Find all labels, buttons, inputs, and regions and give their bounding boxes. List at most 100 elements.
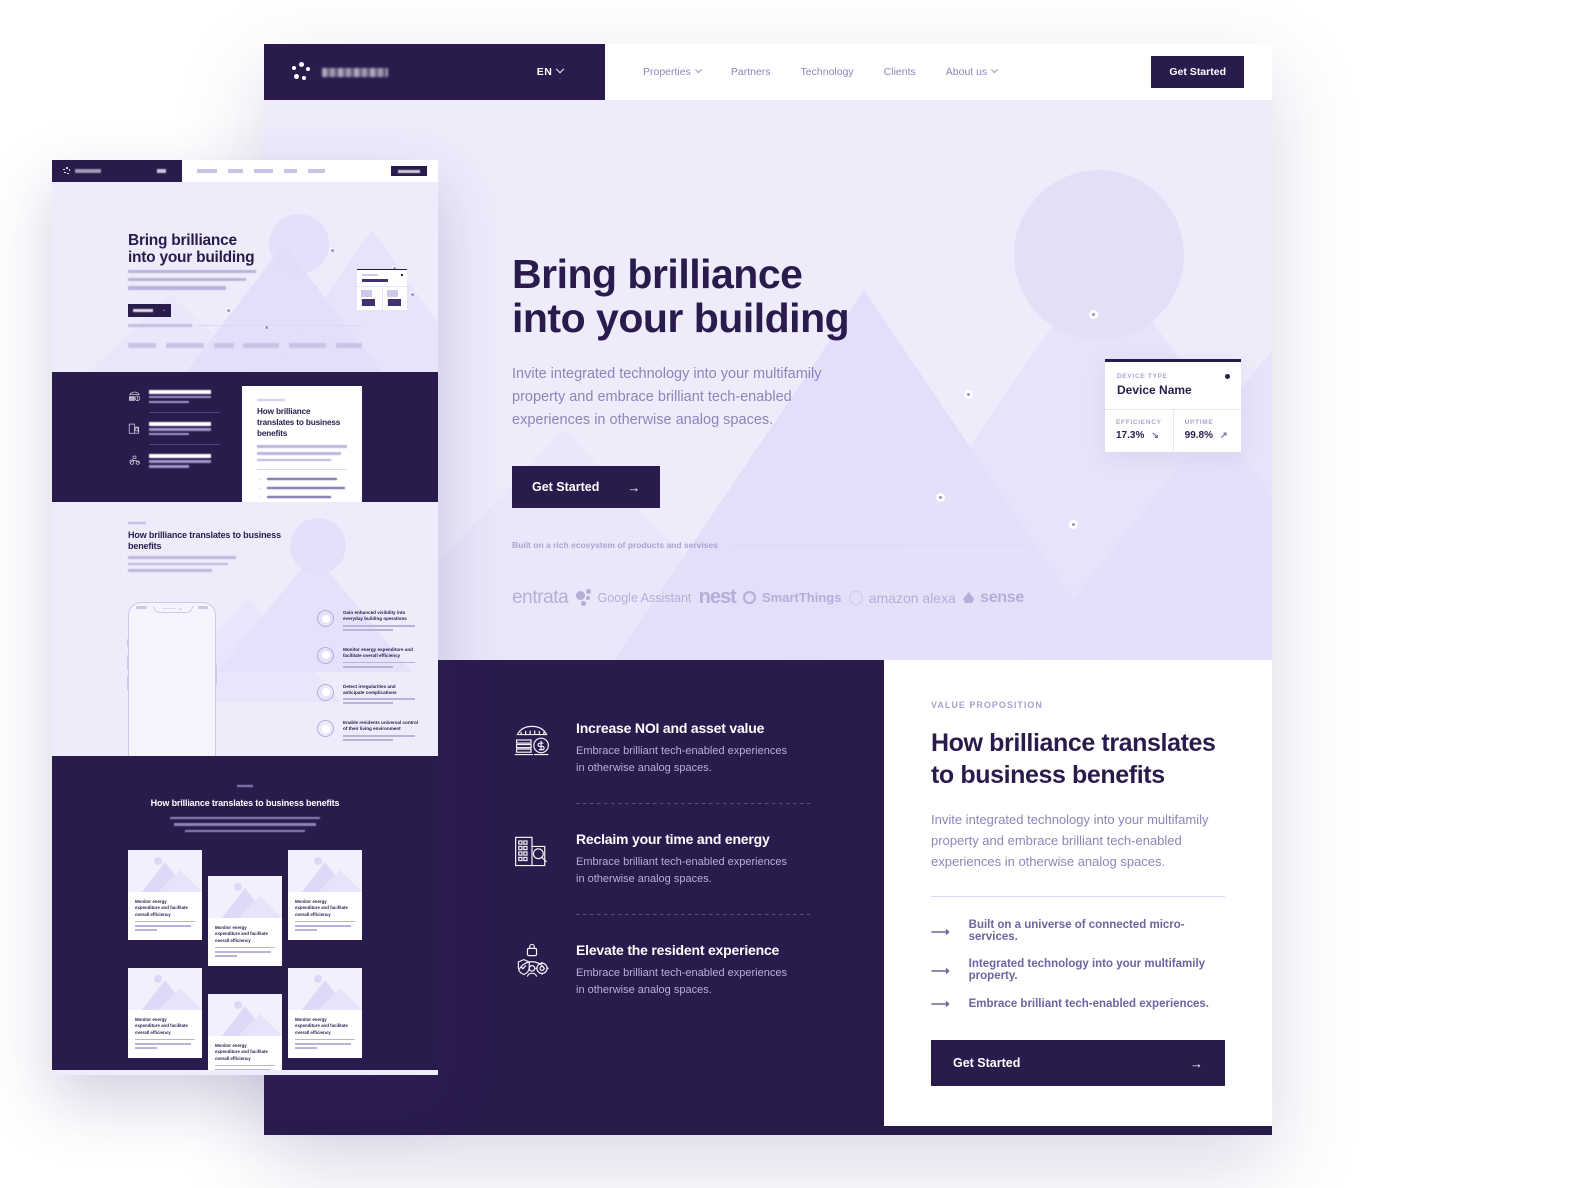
thumb-features-title: How brilliance translates to business be…	[128, 530, 281, 552]
sense-logo-icon[interactable]	[335, 342, 362, 348]
phone-volume-down-button[interactable]	[127, 675, 130, 690]
arrow-right-icon: →	[161, 307, 166, 313]
phone-notch	[153, 605, 193, 613]
device-card-stats: EFFICIENCY 17.3% ↘ UPTIME 99.8% ↗	[1105, 409, 1241, 452]
thumb-card[interactable]: Monitor energy expenditure and facilitat…	[208, 876, 282, 967]
value-proposition-bullets: ⟶ Built on a universe of connected micro…	[931, 919, 1225, 1010]
language-label: EN	[536, 66, 553, 78]
thumb-ecosystem-strip	[52, 324, 438, 372]
thumb-get-started-button[interactable]	[391, 166, 427, 176]
chevron-down-icon	[694, 65, 702, 73]
thumb-card-grid: Monitor energy expenditure and facilitat…	[52, 850, 438, 1071]
thumb-language-selector[interactable]	[140, 160, 182, 182]
ecosystem-heading: Built on a rich ecosystem of products an…	[512, 540, 718, 550]
phone-power-button[interactable]	[214, 663, 217, 685]
benefit-title: Elevate the resident experience	[576, 942, 780, 958]
trend-up-icon: ↗	[1220, 430, 1228, 440]
smartthings-mark	[743, 591, 756, 604]
thumb-hero-title-line-2: into your building	[128, 249, 255, 267]
thumb-feature-title-line-2: everyday building operations	[343, 616, 407, 622]
thumb-features-section: How brilliance translates to business be…	[52, 502, 438, 756]
efficiency-value: 17.3%	[1116, 430, 1145, 441]
thumb-feature-title: Enable residents universal control of th…	[343, 720, 419, 732]
thumb-card[interactable]: Monitor energy expenditure and facilitat…	[128, 968, 202, 1059]
thumb-vp-title: How brilliance translates to business be…	[257, 407, 341, 438]
primary-nav: Properties Partners Technology Clients A…	[605, 44, 1151, 100]
thumb-nav-item[interactable]	[284, 169, 297, 173]
nav-label: Clients	[883, 66, 916, 78]
sense-logo-icon[interactable]: sense	[963, 589, 1024, 607]
entrata-logo-text: entrata	[512, 586, 569, 608]
phone-mute-button[interactable]	[127, 639, 130, 647]
nav-item-properties[interactable]: Properties	[643, 65, 702, 78]
smartthings-logo-icon[interactable]: SmartThings	[743, 590, 841, 605]
benefit-divider	[576, 803, 812, 804]
hero-get-started-button[interactable]: Get Started →	[512, 466, 661, 509]
nav-item-technology[interactable]: Technology	[801, 66, 854, 78]
card-title: Monitor energy expenditure and facilitat…	[135, 899, 195, 917]
value-proposition-get-started-button[interactable]: Get Started →	[931, 1040, 1225, 1087]
card-image	[208, 994, 282, 1037]
thumb-ecosystem-logos	[52, 327, 438, 348]
thumb-hero-subtitle	[128, 270, 258, 295]
thumb-benefit-description	[149, 396, 211, 404]
brand-wordmark-redacted	[322, 67, 388, 77]
google-assistant-logo-icon[interactable]: Google Assistant	[575, 589, 691, 606]
card-description	[135, 920, 195, 932]
hero-node-dot	[1069, 520, 1078, 529]
card-body: Monitor energy expenditure and facilitat…	[128, 892, 202, 940]
phone-volume-up-button[interactable]	[127, 655, 130, 670]
thumb-nav-item[interactable]	[228, 169, 243, 173]
benefit-title: Reclaim your time and energy	[576, 831, 770, 847]
nav-label: Properties	[643, 66, 691, 78]
nav-label: Technology	[800, 66, 854, 78]
thumb-feature-description	[343, 735, 419, 741]
smartthings-logo-text: SmartThings	[762, 590, 842, 605]
card-description	[215, 946, 275, 958]
phone-statusbar-left	[136, 606, 147, 609]
entrata-logo-icon[interactable]	[128, 342, 156, 348]
nav-item-about-us[interactable]: About us	[946, 65, 999, 78]
phone-statusbar-clock	[198, 606, 208, 609]
benefit-item-time: Reclaim your time and energy Embrace bri…	[512, 831, 812, 887]
nav-item-clients[interactable]: Clients	[884, 66, 916, 78]
site-header: EN Properties Partners Technology Client…	[264, 44, 1272, 100]
sense-logo-text: sense	[980, 588, 1024, 606]
entrata-logo-icon[interactable]: entrata	[512, 586, 569, 609]
nest-logo-icon[interactable]	[213, 342, 234, 348]
thumb-nav-item[interactable]	[308, 169, 325, 173]
thumb-nav-item[interactable]	[254, 169, 273, 173]
thumb-feature-item: Detect irregularities and anticipate com…	[317, 683, 427, 705]
card-title-line-3: overall efficiency	[135, 911, 171, 917]
device-card-header: DEVICE TYPE Device Name	[1105, 362, 1241, 409]
thumb-card[interactable]: Monitor energy expenditure and facilitat…	[208, 994, 282, 1071]
thumb-card[interactable]: Monitor energy expenditure and facilitat…	[288, 968, 362, 1059]
thumb-nav-item[interactable]	[197, 169, 217, 173]
thumb-header-cta-wrap	[391, 160, 438, 182]
amazon-alexa-logo-icon[interactable]	[289, 342, 327, 348]
nest-logo-icon[interactable]: nest	[698, 586, 737, 609]
vp-cta-label: Get Started	[953, 1056, 1021, 1071]
amazon-alexa-logo-icon[interactable]: amazon alexa	[848, 590, 956, 606]
thumb-value-proposition-card: How brilliance translates to business be…	[242, 386, 362, 502]
uptime-stat: UPTIME 99.8% ↗	[1172, 410, 1241, 452]
thumb-node-dot	[226, 308, 230, 312]
thumb-card[interactable]: Monitor energy expenditure and facilitat…	[128, 850, 202, 941]
nest-logo-text: nest	[698, 586, 737, 608]
phone-speaker	[162, 607, 176, 610]
arrow-right-icon: ⟶	[931, 923, 950, 939]
thumb-card[interactable]: Monitor energy expenditure and facilitat…	[288, 850, 362, 941]
thumb-benefit-description	[149, 460, 211, 468]
smartthings-logo-icon[interactable]	[243, 342, 280, 348]
brand-block[interactable]	[264, 44, 495, 100]
language-selector[interactable]: EN	[495, 44, 605, 100]
thumb-benefit-title	[149, 454, 211, 458]
nav-item-partners[interactable]: Partners	[731, 66, 771, 78]
thumb-device-status-card[interactable]	[357, 269, 407, 311]
thumb-hero-get-started-button[interactable]: →	[128, 304, 171, 317]
device-status-card[interactable]: DEVICE TYPE Device Name EFFICIENCY 17.3%…	[1105, 359, 1241, 452]
thumb-feature-text: Monitor energy expenditure and facilitat…	[343, 647, 419, 668]
header-get-started-button[interactable]: Get Started	[1151, 56, 1244, 88]
google-assistant-logo-icon[interactable]	[165, 342, 204, 348]
thumb-brand-block[interactable]	[52, 160, 140, 182]
